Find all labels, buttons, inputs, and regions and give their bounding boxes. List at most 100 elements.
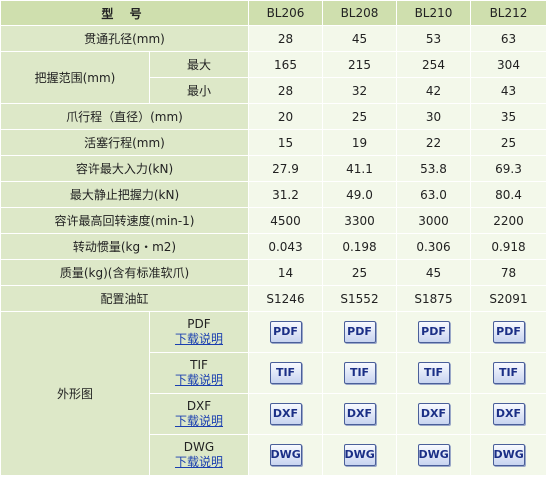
cell-value: 27.9: [248, 155, 323, 182]
model-header: BL208: [322, 0, 397, 26]
download-row: 外形图 PDF 下载说明 PDF PDF PDF PDF: [0, 311, 547, 476]
cell-value: 254: [396, 51, 471, 78]
table-row: 最大静止把握力(kN) 31.2 49.0 63.0 80.4: [0, 181, 547, 208]
cell-value: 22: [396, 129, 471, 156]
cell-value: 35: [470, 103, 547, 130]
dwg-download-icon[interactable]: DWG: [492, 444, 525, 466]
cell-value: 80.4: [470, 181, 547, 208]
cell-value: S2091: [470, 285, 547, 312]
cell-value: 53: [396, 25, 471, 52]
cell-value: 49.0: [322, 181, 397, 208]
row-label: 容许最高回转速度(min-1): [0, 207, 249, 234]
dxf-download-icon[interactable]: DXF: [343, 403, 376, 425]
format-name: DXF: [186, 399, 212, 413]
cell-value: 25: [322, 103, 397, 130]
cell-value: 63.0: [396, 181, 471, 208]
format-name: TIF: [190, 358, 208, 372]
pdf-download-icon[interactable]: PDF: [269, 321, 302, 343]
outline-label: 外形图: [0, 311, 150, 476]
cell-value: 30: [396, 103, 471, 130]
table-row: 爪行程（直径）(mm) 20 25 30 35: [0, 103, 547, 130]
cell-value: 32: [322, 77, 397, 104]
cell-value: 45: [322, 25, 397, 52]
model-header: BL206: [248, 0, 323, 26]
dxf-download-icon[interactable]: DXF: [492, 403, 525, 425]
pdf-download-icon[interactable]: PDF: [492, 321, 525, 343]
cell-value: 15: [248, 129, 323, 156]
row-label: 把握范围(mm): [0, 51, 150, 104]
cell-value: 41.1: [322, 155, 397, 182]
cell-value: S1875: [396, 285, 471, 312]
format-cell: PDF 下载说明: [149, 311, 249, 353]
table-row: 容许最高回转速度(min-1) 4500 3300 3000 2200: [0, 207, 547, 234]
model-header: BL210: [396, 0, 471, 26]
cell-value: 28: [248, 77, 323, 104]
row-label: 质量(kg)(含有标准软爪): [0, 259, 249, 286]
header-row: 型 号 BL206 BL208 BL210 BL212: [0, 0, 547, 26]
cell-value: 31.2: [248, 181, 323, 208]
table-row: 转动惯量(kg・m2) 0.043 0.198 0.306 0.918: [0, 233, 547, 260]
table-row: 容许最大入力(kN) 27.9 41.1 53.8 69.3: [0, 155, 547, 182]
cell-value: S1246: [248, 285, 323, 312]
cell-value: 25: [322, 259, 397, 286]
download-instructions-link[interactable]: 下载说明: [151, 332, 248, 347]
dwg-download-icon[interactable]: DWG: [417, 444, 450, 466]
tif-download-icon[interactable]: TIF: [269, 362, 302, 384]
table-row: 活塞行程(mm) 15 19 22 25: [0, 129, 547, 156]
dxf-download-icon[interactable]: DXF: [269, 403, 302, 425]
dwg-download-icon[interactable]: DWG: [343, 444, 376, 466]
download-instructions-link[interactable]: 下载说明: [151, 373, 248, 388]
model-title: 型 号: [0, 0, 249, 26]
pdf-download-icon[interactable]: PDF: [343, 321, 376, 343]
cell-value: 0.306: [396, 233, 471, 260]
cell-value: 2200: [470, 207, 547, 234]
table-row: 质量(kg)(含有标准软爪) 14 25 45 78: [0, 259, 547, 286]
cell-value: 165: [248, 51, 323, 78]
format-cell: DWG 下载说明: [149, 434, 249, 476]
dxf-download-icon[interactable]: DXF: [417, 403, 450, 425]
cell-value: 45: [396, 259, 471, 286]
pdf-download-icon[interactable]: PDF: [417, 321, 450, 343]
table-row: 把握范围(mm) 最大 165 215 254 304: [0, 51, 547, 104]
tif-download-icon[interactable]: TIF: [343, 362, 376, 384]
cell-value: 63: [470, 25, 547, 52]
cell-value: 69.3: [470, 155, 547, 182]
cell-value: 3300: [322, 207, 397, 234]
dwg-download-icon[interactable]: DWG: [269, 444, 302, 466]
cell-value: 0.043: [248, 233, 323, 260]
row-label: 配置油缸: [0, 285, 249, 312]
model-header: BL212: [470, 0, 547, 26]
row-label: 贯通孔径(mm): [0, 25, 249, 52]
cell-value: 25: [470, 129, 547, 156]
row-label: 转动惯量(kg・m2): [0, 233, 249, 260]
tif-download-icon[interactable]: TIF: [417, 362, 450, 384]
cell-value: 3000: [396, 207, 471, 234]
row-sublabel: 最小: [149, 77, 249, 104]
format-name: PDF: [187, 317, 211, 331]
tif-download-icon[interactable]: TIF: [492, 362, 525, 384]
cell-value: 0.198: [322, 233, 397, 260]
cell-value: 304: [470, 51, 547, 78]
cell-value: 28: [248, 25, 323, 52]
cell-value: S1552: [322, 285, 397, 312]
cell-value: 20: [248, 103, 323, 130]
row-label: 活塞行程(mm): [0, 129, 249, 156]
table-row: 配置油缸 S1246 S1552 S1875 S2091: [0, 285, 547, 312]
table-row: 贯通孔径(mm) 28 45 53 63: [0, 25, 547, 52]
download-instructions-link[interactable]: 下载说明: [151, 455, 248, 470]
cell-value: 14: [248, 259, 323, 286]
cell-value: 19: [322, 129, 397, 156]
row-label: 爪行程（直径）(mm): [0, 103, 249, 130]
spec-table-container: 型 号 BL206 BL208 BL210 BL212 贯通孔径(mm) 28 …: [0, 0, 549, 479]
cell-value: 78: [470, 259, 547, 286]
format-cell: TIF 下载说明: [149, 352, 249, 394]
row-sublabel: 最大: [149, 51, 249, 78]
cell-value: 215: [322, 51, 397, 78]
cell-value: 43: [470, 77, 547, 104]
cell-value: 53.8: [396, 155, 471, 182]
spec-table: 型 号 BL206 BL208 BL210 BL212 贯通孔径(mm) 28 …: [0, 0, 547, 476]
download-instructions-link[interactable]: 下载说明: [151, 414, 248, 429]
row-label: 最大静止把握力(kN): [0, 181, 249, 208]
cell-value: 4500: [248, 207, 323, 234]
row-label: 容许最大入力(kN): [0, 155, 249, 182]
